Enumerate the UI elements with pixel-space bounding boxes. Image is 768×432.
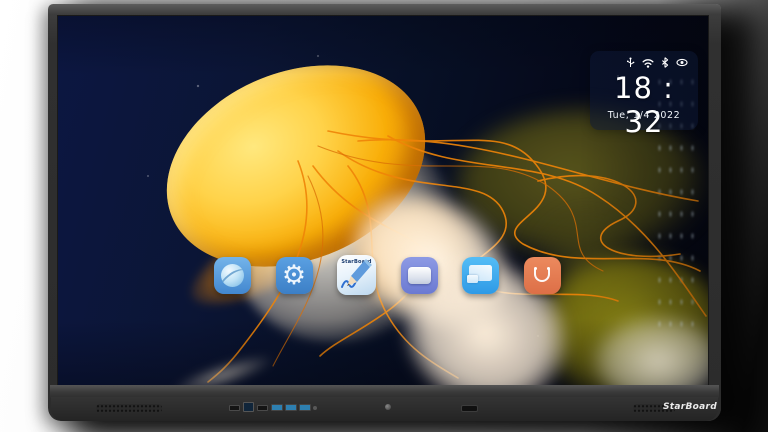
- app-display[interactable]: [401, 257, 438, 294]
- clock-time: 18 : 32: [590, 71, 698, 139]
- screen-icon: [408, 267, 431, 284]
- usb3-port: [271, 404, 283, 411]
- brand-logo: StarBoard: [651, 402, 717, 412]
- clock-date: Tue, 1/4 2022: [590, 110, 698, 121]
- globe-icon: [221, 264, 244, 287]
- usb3-port: [299, 404, 311, 411]
- usb-icon: [626, 57, 635, 68]
- ir-sensor: [461, 405, 478, 412]
- bluetooth-icon: [661, 57, 669, 68]
- wifi-icon: [642, 58, 654, 68]
- hdmi-port: [229, 405, 240, 411]
- usb3-port: [285, 404, 297, 411]
- dual-screen-small-icon: [467, 275, 478, 283]
- product-photo: 18 : 32 Tue, 1/4 2022 ⚙ StarBoard: [0, 0, 768, 432]
- app-settings[interactable]: ⚙: [276, 257, 313, 294]
- app-browser[interactable]: [214, 257, 251, 294]
- status-bar: [626, 57, 688, 68]
- gear-icon: ⚙: [276, 257, 313, 294]
- bezel-chin: StarBoard: [51, 397, 718, 421]
- usb-b-port: [243, 402, 254, 412]
- power-button: [385, 404, 391, 410]
- app-whiteboard[interactable]: StarBoard: [337, 255, 376, 295]
- eye-protection-icon: [676, 58, 688, 67]
- home-screen: 18 : 32 Tue, 1/4 2022 ⚙ StarBoard: [58, 16, 708, 385]
- app-screen-share[interactable]: [462, 257, 499, 294]
- touch-button: [313, 406, 317, 410]
- interactive-display: 18 : 32 Tue, 1/4 2022 ⚙ StarBoard: [48, 4, 721, 421]
- bag-handle-icon: [534, 269, 550, 282]
- clock-widget[interactable]: 18 : 32 Tue, 1/4 2022: [590, 51, 698, 130]
- app-store[interactable]: [524, 257, 561, 294]
- speaker-grille-left: [96, 404, 162, 413]
- pencil-icon: [337, 255, 376, 295]
- hdmi-port: [257, 405, 268, 411]
- app-dock: ⚙ StarBoard: [214, 255, 561, 294]
